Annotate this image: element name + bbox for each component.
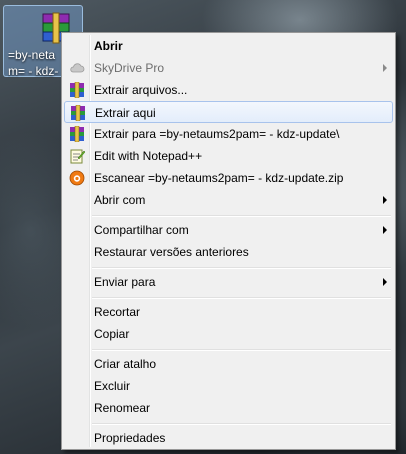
menu-item-label: Recortar	[94, 305, 141, 319]
menu-item-label: Compartilhar com	[94, 223, 189, 237]
menu-item-extrair-para[interactable]: Extrair para =by-netaums2pam= - kdz-upda…	[64, 123, 393, 145]
submenu-arrow-icon	[383, 278, 387, 286]
winrar-icon	[71, 105, 85, 121]
menu-item-label: Escanear =by-netaums2pam= - kdz-update.z…	[94, 171, 344, 185]
submenu-arrow-icon	[383, 196, 387, 204]
menu-item-label: Abrir	[94, 39, 123, 53]
menu-item-label: SkyDrive Pro	[94, 61, 165, 75]
menu-separator	[92, 215, 391, 217]
menu-item-extrair-aqui[interactable]: Extrair aqui	[64, 101, 393, 123]
menu-separator	[92, 423, 391, 425]
avast-icon	[69, 170, 85, 186]
menu-item-enviar-para[interactable]: Enviar para	[64, 271, 393, 293]
winrar-icon	[70, 82, 84, 98]
context-menu: Abrir SkyDrive Pro Extrair arquivos... E…	[61, 32, 396, 450]
menu-separator	[92, 349, 391, 351]
menu-item-label: Propriedades	[94, 431, 166, 445]
menu-separator	[92, 297, 391, 299]
menu-item-label: Edit with Notepad++	[94, 149, 203, 163]
menu-item-label: Restaurar versões anteriores	[94, 245, 249, 259]
notepadpp-icon	[70, 149, 85, 164]
menu-item-skydrive-pro[interactable]: SkyDrive Pro	[64, 57, 393, 79]
menu-item-label: Abrir com	[94, 193, 146, 207]
submenu-arrow-icon	[383, 64, 387, 72]
winrar-icon	[70, 126, 84, 142]
menu-item-abrir[interactable]: Abrir	[64, 35, 393, 57]
menu-item-label: Copiar	[94, 327, 130, 341]
cloud-icon	[70, 63, 85, 73]
menu-item-label: Extrair para =by-netaums2pam= - kdz-upda…	[94, 127, 340, 141]
submenu-arrow-icon	[383, 226, 387, 234]
menu-item-restaurar-versoes[interactable]: Restaurar versões anteriores	[64, 241, 393, 263]
menu-item-label: Extrair arquivos...	[94, 83, 188, 97]
menu-item-label: Criar atalho	[94, 357, 157, 371]
menu-item-edit-with-notepadpp[interactable]: Edit with Notepad++	[64, 145, 393, 167]
menu-item-propriedades[interactable]: Propriedades	[64, 427, 393, 449]
menu-separator	[92, 267, 391, 269]
menu-item-label: Renomear	[94, 401, 151, 415]
menu-item-label: Extrair aqui	[95, 106, 156, 120]
menu-item-copiar[interactable]: Copiar	[64, 323, 393, 345]
menu-item-escanear[interactable]: Escanear =by-netaums2pam= - kdz-update.z…	[64, 167, 393, 189]
menu-item-recortar[interactable]: Recortar	[64, 301, 393, 323]
menu-item-label: Excluir	[94, 379, 131, 393]
menu-item-compartilhar-com[interactable]: Compartilhar com	[64, 219, 393, 241]
menu-item-renomear[interactable]: Renomear	[64, 397, 393, 419]
menu-item-abrir-com[interactable]: Abrir com	[64, 189, 393, 211]
menu-item-excluir[interactable]: Excluir	[64, 375, 393, 397]
menu-item-label: Enviar para	[94, 275, 156, 289]
menu-item-criar-atalho[interactable]: Criar atalho	[64, 353, 393, 375]
menu-item-extrair-arquivos[interactable]: Extrair arquivos...	[64, 79, 393, 101]
